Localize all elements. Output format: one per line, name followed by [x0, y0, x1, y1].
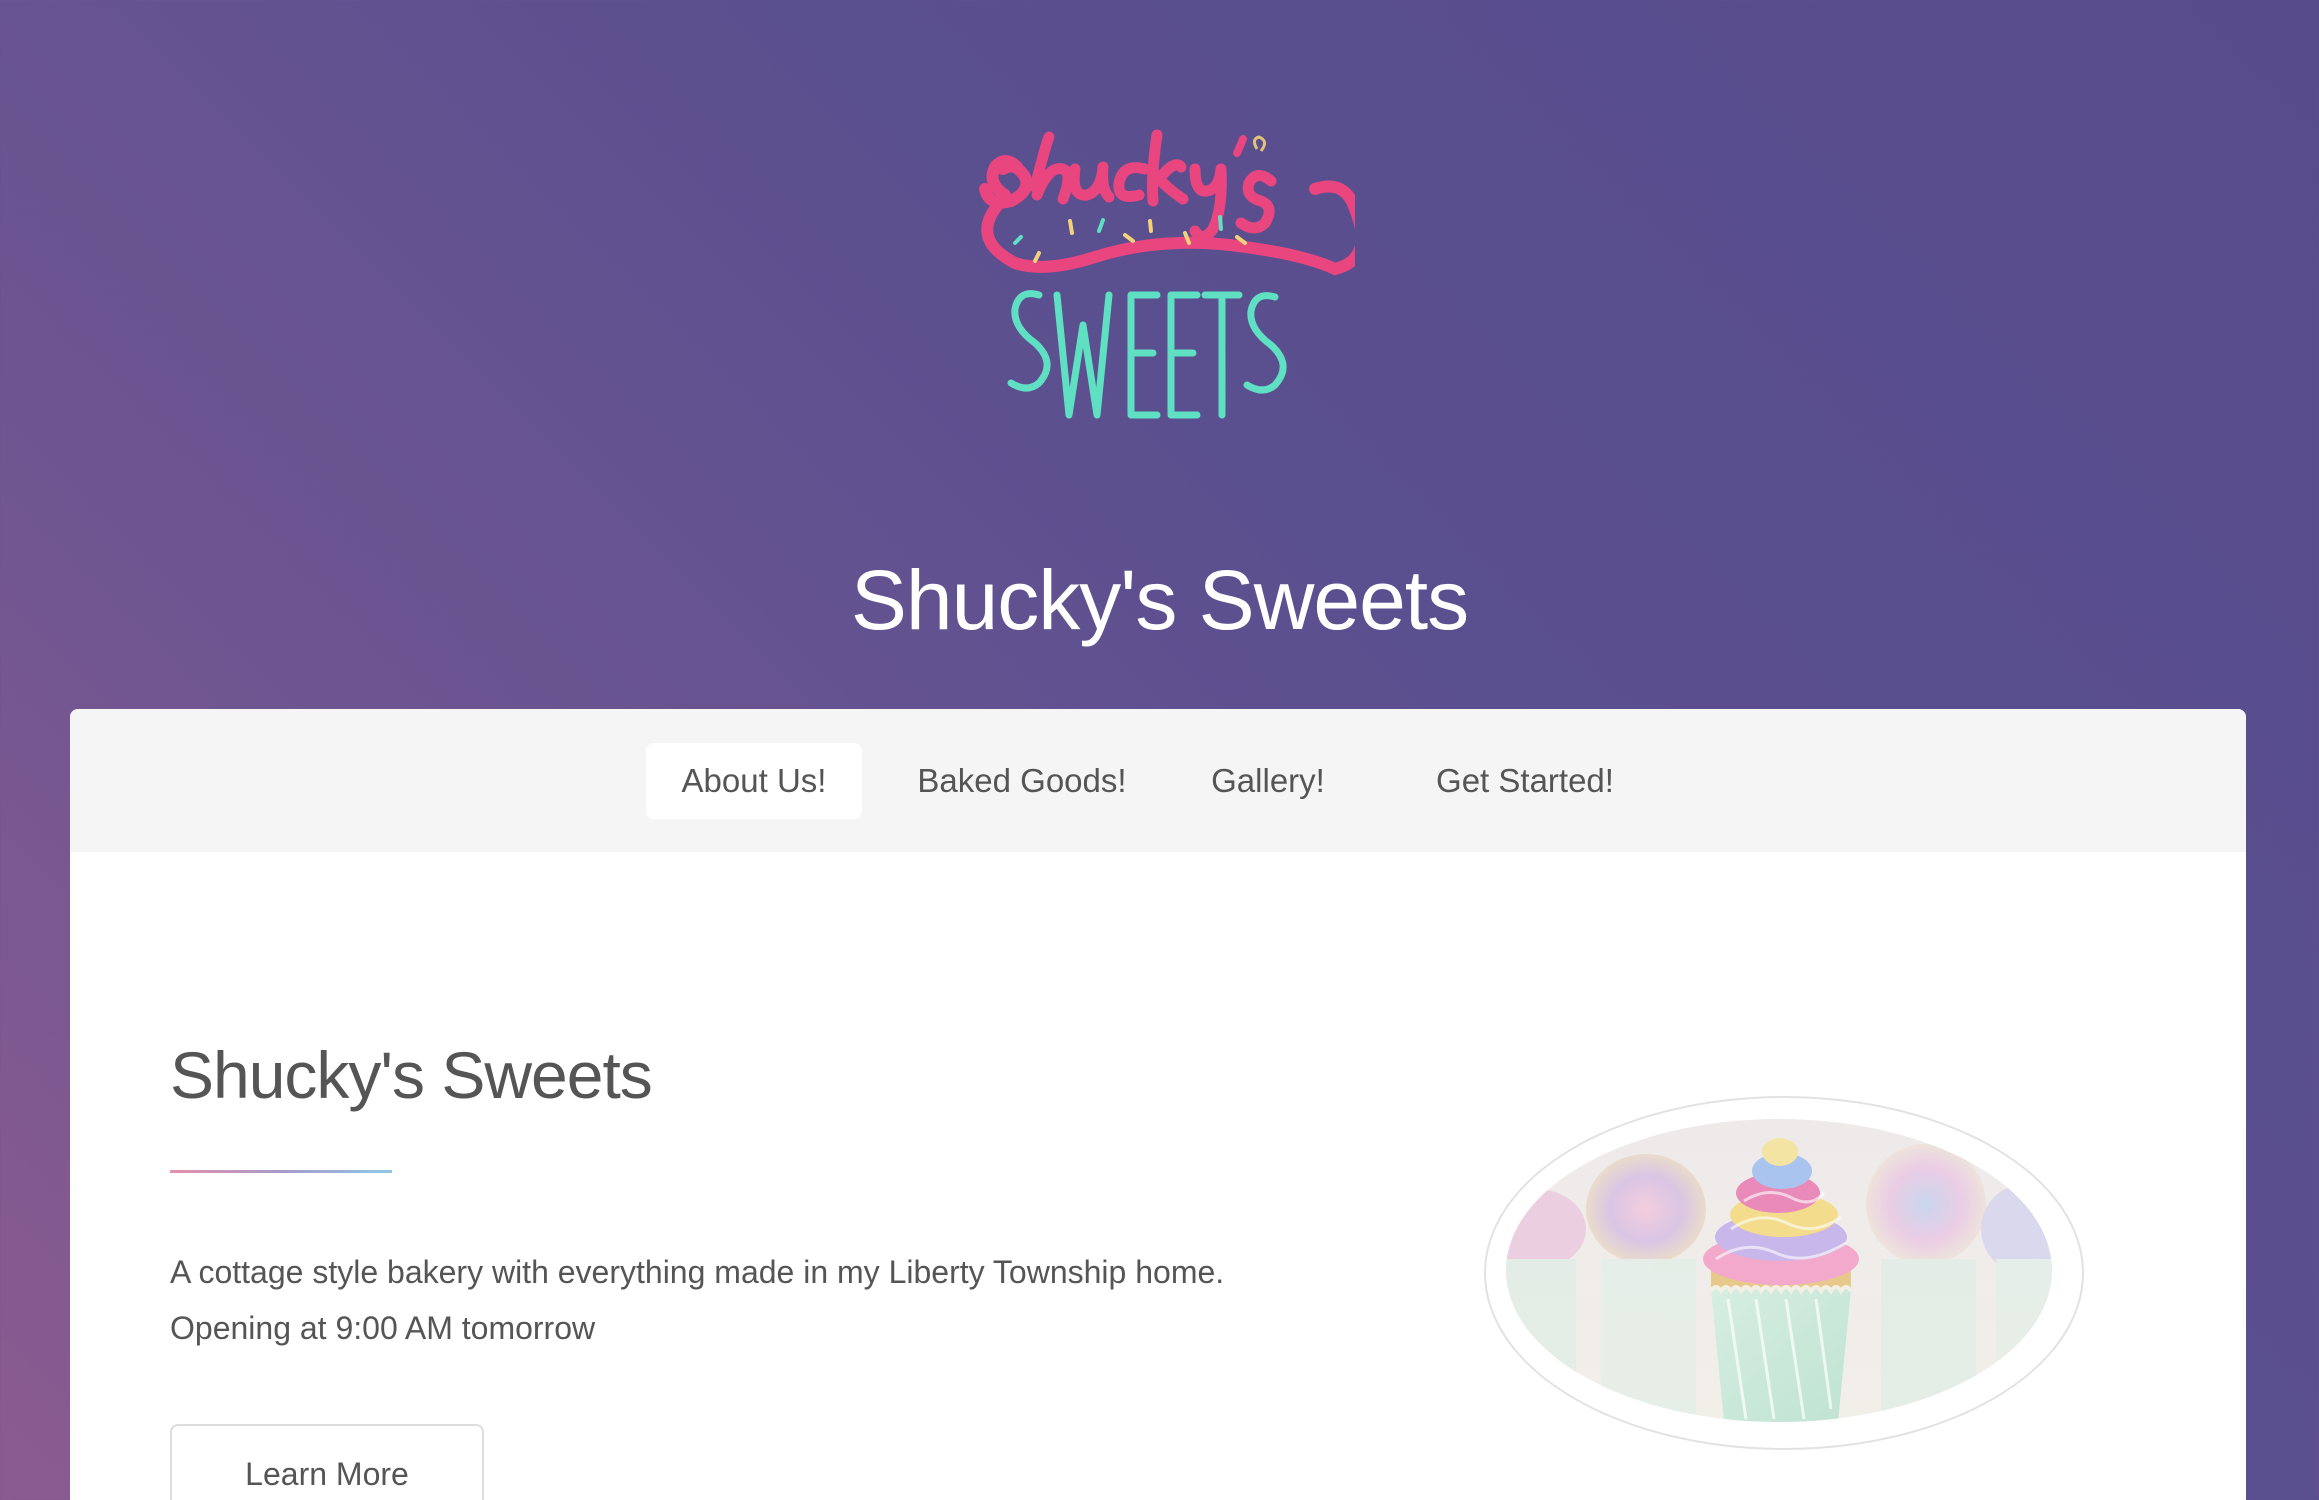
about-description: A cottage style bakery with everything m…	[170, 1244, 1370, 1356]
nav-item-about-us[interactable]: About Us!	[646, 743, 862, 819]
nav-item-get-started[interactable]: Get Started!	[1410, 743, 1640, 819]
cupcake-image	[1506, 1119, 2052, 1422]
nav-item-baked-goods[interactable]: Baked Goods!	[902, 743, 1142, 819]
description-line-2: Opening at 9:00 AM tomorrow	[170, 1310, 596, 1346]
site-title: Shucky's Sweets	[850, 553, 1469, 647]
nav-item-gallery[interactable]: Gallery!	[1178, 743, 1358, 819]
header: Shucky's Sweets	[0, 0, 2319, 709]
title-divider	[170, 1170, 392, 1173]
navbar: About Us! Baked Goods! Gallery! Get Star…	[70, 709, 2246, 852]
learn-more-button[interactable]: Learn More	[170, 1424, 484, 1500]
shuckys-sweets-logo[interactable]	[975, 125, 1355, 500]
about-title: Shucky's Sweets	[170, 1038, 653, 1112]
description-line-1: A cottage style bakery with everything m…	[170, 1254, 1225, 1290]
